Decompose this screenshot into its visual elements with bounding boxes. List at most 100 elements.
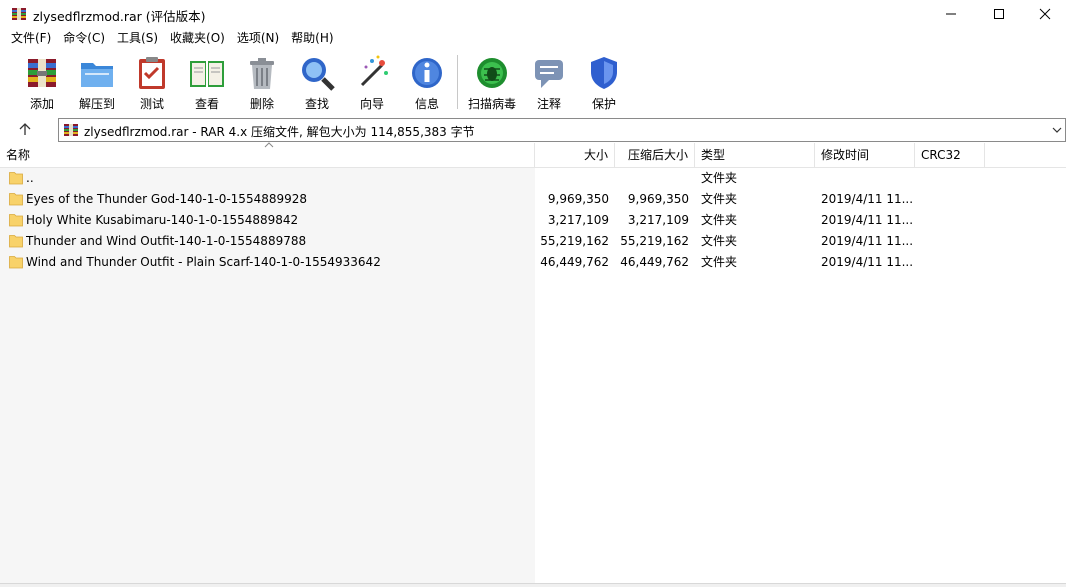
close-button[interactable] [1022,0,1066,28]
virus-scan-button[interactable]: 扫描病毒 [464,51,520,113]
menu-options[interactable]: 选项(N) [231,28,285,49]
folder-icon [9,214,23,227]
row-packed: 3,217,109 [627,213,689,227]
row-modified: 2019/4/11 11... [821,213,913,227]
comment-label: 注释 [536,97,561,111]
row-name: Eyes of the Thunder God-140-1-0-15548899… [26,192,308,206]
table-row[interactable]: .. 文件夹 [0,168,1066,189]
view-book-icon [190,61,224,87]
address-bar: zlysedflrzmod.rar - RAR 4.x 压缩文件, 解包大小为 … [0,115,1066,143]
menu-favorites[interactable]: 收藏夹(O) [164,28,231,49]
row-size: 3,217,109 [547,213,609,227]
row-size: 46,449,762 [540,255,609,269]
address-combobox[interactable]: zlysedflrzmod.rar - RAR 4.x 压缩文件, 解包大小为 … [58,118,1066,142]
column-header-type[interactable]: 类型 [695,143,815,168]
row-modified: 2019/4/11 11... [821,192,913,206]
row-modified [821,168,913,189]
column-header-size[interactable]: 大小 [535,143,615,168]
table-row[interactable]: Thunder and Wind Outfit-140-1-0-15548897… [0,231,1066,252]
shield-icon [591,57,617,89]
menu-help[interactable]: 帮助(H) [285,28,339,49]
virus-scan-label: 扫描病毒 [467,97,516,111]
add-archive-icon [28,59,56,87]
protect-label: 保护 [591,97,616,111]
title-bar: zlysedflrzmod.rar (评估版本) [0,0,1066,28]
magnifier-icon [302,58,335,91]
sort-ascending-icon [264,142,274,148]
minimize-icon [946,13,956,15]
window-title: zlysedflrzmod.rar (评估版本) [33,9,206,24]
row-type: 文件夹 [701,192,738,206]
status-bar-edge [0,583,1066,587]
row-modified: 2019/4/11 11... [821,255,913,269]
row-packed [615,168,689,189]
close-icon [1039,8,1051,20]
menu-file[interactable]: 文件(F) [5,28,57,49]
list-header: 名称 大小 压缩后大小 类型 修改时间 CRC32 [0,142,1066,168]
file-list: 名称 大小 压缩后大小 类型 修改时间 CRC32 .. 文件夹 Eyes of… [0,142,1066,587]
folder-icon [9,235,23,248]
info-icon [412,58,442,88]
find-label: 查找 [304,97,329,111]
menu-commands[interactable]: 命令(C) [57,28,111,49]
row-name: Wind and Thunder Outfit - Plain Scarf-14… [26,255,381,269]
test-button[interactable]: 测试 [124,51,180,113]
row-size [535,168,609,189]
row-name: Holy White Kusabimaru-140-1-0-1554889842 [26,213,299,227]
row-name: Thunder and Wind Outfit-140-1-0-15548897… [26,234,307,248]
wizard-button[interactable]: 向导 [344,51,400,113]
maximize-button[interactable] [976,0,1022,28]
toolbar: 添加 解压到 测试 查看 删除 查找 向导 信息 扫描病毒 注释 保护 [0,49,1066,115]
test-label: 测试 [139,97,164,111]
row-packed: 55,219,162 [620,234,689,248]
extract-to-button[interactable]: 解压到 [69,51,125,113]
add-button[interactable]: 添加 [14,51,70,113]
maximize-icon [994,9,1004,19]
column-header-name[interactable]: 名称 [0,142,535,168]
chevron-down-icon[interactable] [1051,124,1063,136]
minimize-button[interactable] [928,0,974,28]
find-button[interactable]: 查找 [289,51,345,113]
info-label: 信息 [414,97,439,111]
row-type: 文件夹 [701,213,738,227]
arrow-up-icon [19,123,31,135]
wizard-label: 向导 [359,97,384,111]
table-row[interactable]: Wind and Thunder Outfit - Plain Scarf-14… [0,252,1066,273]
menu-tools[interactable]: 工具(S) [111,28,164,49]
row-type: 文件夹 [701,234,738,248]
row-type: 文件夹 [701,171,738,185]
column-header-crc[interactable]: CRC32 [915,143,985,168]
row-packed: 9,969,350 [627,192,689,206]
info-button[interactable]: 信息 [399,51,455,113]
view-button[interactable]: 查看 [179,51,235,113]
row-name: .. [26,171,34,185]
delete-label: 删除 [249,97,274,111]
protect-button[interactable]: 保护 [576,51,632,113]
delete-button[interactable]: 删除 [234,51,290,113]
column-header-packed[interactable]: 压缩后大小 [615,143,695,168]
toolbar-separator [457,55,458,109]
row-size: 9,969,350 [547,192,609,206]
add-label: 添加 [29,97,54,111]
test-clipboard-icon [139,57,165,89]
up-folder-button[interactable] [16,120,34,138]
table-row[interactable]: Eyes of the Thunder God-140-1-0-15548899… [0,189,1066,210]
comment-icon [535,60,563,88]
address-text: zlysedflrzmod.rar - RAR 4.x 压缩文件, 解包大小为 … [84,125,475,139]
menu-bar: 文件(F) 命令(C) 工具(S) 收藏夹(O) 选项(N) 帮助(H) [0,28,1066,49]
row-size: 55,219,162 [540,234,609,248]
view-label: 查看 [194,97,219,111]
folder-icon [9,172,23,185]
extract-folder-icon [81,63,113,87]
row-packed: 46,449,762 [620,255,689,269]
table-row[interactable]: Holy White Kusabimaru-140-1-0-1554889842… [0,210,1066,231]
winrar-archive-icon [12,8,26,20]
folder-icon [9,256,23,269]
column-header-modified[interactable]: 修改时间 [815,143,915,168]
trash-icon [250,58,274,89]
column-header-name-label: 名称 [6,148,31,162]
row-modified: 2019/4/11 11... [821,234,913,248]
wizard-wand-icon [360,55,388,87]
winrar-archive-icon [64,124,78,136]
comment-button[interactable]: 注释 [521,51,577,113]
